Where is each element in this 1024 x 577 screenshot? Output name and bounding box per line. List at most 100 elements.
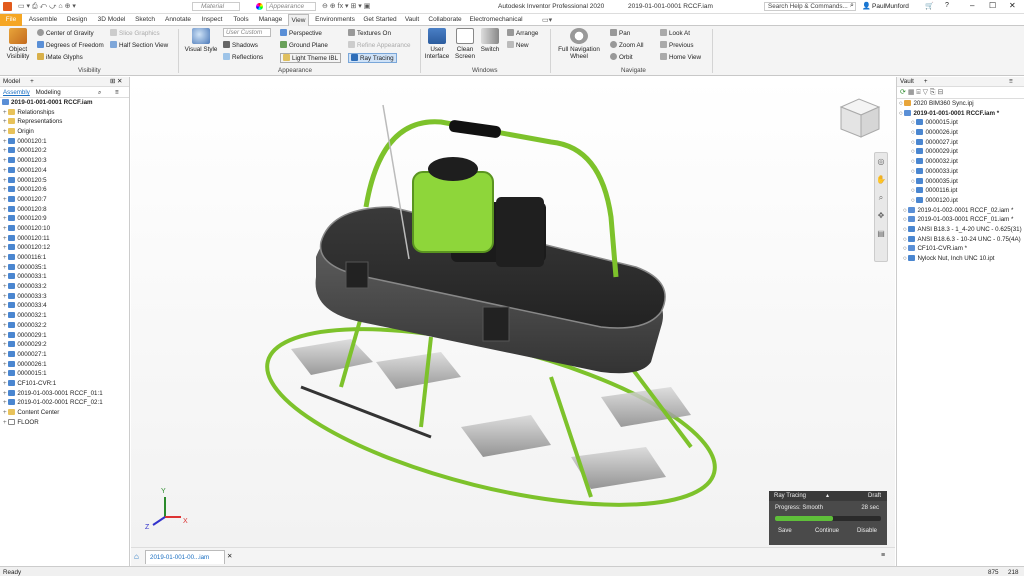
close-tab-icon[interactable]: ✕ — [227, 552, 232, 560]
model-tree-item[interactable]: + 0000120:12 — [0, 243, 129, 253]
tab-manage[interactable]: Manage — [255, 14, 286, 26]
model-tree-item[interactable]: + 0000032:1 — [0, 311, 129, 321]
shadows-button[interactable]: Shadows — [223, 41, 258, 49]
vault-item[interactable]: ○ 0000033.ipt — [899, 167, 1024, 177]
half-section-view-button[interactable]: Half Section View — [110, 41, 168, 49]
refine-appearance-button[interactable]: Refine Appearance — [348, 41, 411, 49]
new-window-button[interactable]: New — [507, 41, 529, 49]
arrange-button[interactable]: Arrange — [507, 29, 538, 37]
model-tree-item[interactable]: + 0000116:1 — [0, 253, 129, 263]
tab-design[interactable]: Design — [63, 14, 91, 26]
quality-mode[interactable]: Draft — [868, 491, 881, 501]
vault-item[interactable]: ○ 0000026.ipt — [899, 128, 1024, 138]
home-tab-icon[interactable]: ⌂ — [134, 552, 139, 561]
browser-menu-icon[interactable]: ≡ — [115, 87, 119, 98]
look-at-icon[interactable]: ▤ — [875, 225, 887, 243]
model-tree-item[interactable]: + 0000033:4 — [0, 301, 129, 311]
vault-item[interactable]: ○ 0000032.ipt — [899, 157, 1024, 167]
search-input[interactable]: Search Help & Commands... — [764, 2, 856, 11]
textures-on-button[interactable]: Textures On — [348, 29, 391, 37]
center-of-gravity-button[interactable]: Center of Gravity — [37, 29, 94, 37]
slice-graphics-button[interactable]: Slice Graphics — [110, 29, 160, 37]
tab-assembly[interactable]: Assembly — [3, 89, 30, 96]
user-avatar-icon[interactable]: 👤 — [862, 2, 871, 10]
model-tree-item[interactable]: + 2019-01-003-0001 RCCF_01:1 — [0, 389, 129, 399]
tab-electromechanical[interactable]: Electromechanical — [467, 14, 525, 26]
vault-item[interactable]: ○ 0000029.ipt — [899, 147, 1024, 157]
save-button[interactable]: Save — [778, 528, 792, 534]
refresh-icon[interactable]: ⟳ — [900, 89, 906, 96]
tab-assemble[interactable]: Assemble — [24, 14, 62, 26]
tab-file[interactable]: File — [0, 14, 22, 26]
vault-item[interactable]: ○ 2019-01-001-0001 RCCF.iam * — [899, 109, 1024, 119]
object-visibility-button[interactable]: Object Visibility — [3, 28, 33, 60]
add-tab-icon[interactable]: + — [924, 78, 928, 85]
app-logo[interactable] — [3, 2, 12, 11]
tab-collaborate[interactable]: Collaborate — [425, 14, 465, 26]
graphics-viewport[interactable]: Y X Z ◎ ✋ ⌕ ✥ ▤ — [131, 77, 895, 547]
tab-environments[interactable]: Environments — [311, 14, 359, 26]
vault-item[interactable]: ○ 2020 BIM360 Sync.ipj — [899, 99, 1024, 109]
filter-icon[interactable]: ▽ — [923, 89, 928, 96]
model-tree-item[interactable]: + 0000033:3 — [0, 292, 129, 302]
vault-item[interactable]: ○ ANSI B18.3 - 1_4-20 UNC - 0.625(31) — [899, 225, 1024, 235]
menu-icon[interactable]: ≡ — [881, 552, 885, 559]
orbit-icon[interactable]: ✥ — [875, 207, 887, 225]
appearance-combo[interactable]: Appearance — [266, 2, 316, 11]
model-tree-item[interactable]: + 0000120:1 — [0, 137, 129, 147]
vault-item[interactable]: ○ 0000116.ipt — [899, 186, 1024, 196]
view-cube[interactable] — [839, 98, 881, 138]
model-tree-item[interactable]: + 0000120:10 — [0, 224, 129, 234]
model-tree-item[interactable]: + 0000026:1 — [0, 360, 129, 370]
model-tree-item[interactable]: + 0000035:1 — [0, 263, 129, 273]
model-tree-item[interactable]: + 0000120:11 — [0, 234, 129, 244]
reflections-button[interactable]: Reflections — [223, 53, 263, 61]
model-tree-item[interactable]: + 0000029:2 — [0, 340, 129, 350]
model-tree-item[interactable]: + 0000120:4 — [0, 166, 129, 176]
model-tree-item[interactable]: + FLOOR — [0, 418, 129, 428]
tab-get-started[interactable]: Get Started — [361, 14, 399, 26]
vault-item[interactable]: ○ CF101-CVR.iam * — [899, 244, 1024, 254]
user-custom-combo[interactable]: User Custom — [223, 28, 271, 37]
model-tree-item[interactable]: + 0000033:1 — [0, 272, 129, 282]
search-browser-icon[interactable]: ⌕ — [98, 87, 101, 98]
zoom-all-button[interactable]: Zoom All — [610, 41, 644, 49]
model-tree-item[interactable]: + 0000027:1 — [0, 350, 129, 360]
model-tree-item[interactable]: + Content Center — [0, 408, 129, 418]
model-tree-item[interactable]: + Origin — [0, 127, 129, 137]
vault-item[interactable]: ○ Nylock Nut, Inch UNC 10.ipt — [899, 254, 1024, 264]
model-tree-item[interactable]: + 0000120:2 — [0, 146, 129, 156]
model-tree-item[interactable]: + 0000032:2 — [0, 321, 129, 331]
vault-item[interactable]: ○ 0000035.ipt — [899, 177, 1024, 187]
quick-access-icons[interactable]: ▭ ▾ ⎙ ⤺ ⤻ ⌂ ⊕ ▾ — [18, 2, 76, 11]
full-navigation-wheel-button[interactable]: Full Navigation Wheel — [553, 28, 605, 60]
steering-wheel-icon[interactable]: ◎ — [875, 153, 887, 171]
model-tree-item[interactable]: + Relationships — [0, 108, 129, 118]
vault-item[interactable]: ○ 0000120.ipt — [899, 196, 1024, 206]
search-icon[interactable]: ⌕ — [850, 2, 854, 10]
vault-toolbar-icon[interactable]: ⎘ — [930, 89, 936, 96]
model-tree-item[interactable]: + 0000120:9 — [0, 214, 129, 224]
model-root[interactable]: 2019-01-001-0001 RCCF.iam — [0, 98, 129, 108]
add-tab-icon[interactable]: + — [30, 78, 34, 85]
previous-view-button[interactable]: Previous — [660, 41, 694, 49]
ribbon-toggle-icon[interactable]: ▭▾ — [542, 16, 552, 24]
close-button[interactable]: ✕ — [1009, 1, 1016, 10]
degrees-of-freedom-button[interactable]: Degrees of Freedom — [37, 41, 104, 49]
cart-icon[interactable]: 🛒 — [925, 2, 934, 10]
model-tree-item[interactable]: + Representations — [0, 117, 129, 127]
panel-menu-icon[interactable]: ⊞ ✕ — [110, 77, 122, 87]
tab-inspect[interactable]: Inspect — [197, 14, 227, 26]
vault-toolbar-icon[interactable]: ▦ — [908, 89, 915, 96]
light-theme-ibl-button[interactable]: Light Theme IBL — [280, 53, 342, 63]
pan-button[interactable]: Pan — [610, 29, 630, 37]
vault-item[interactable]: ○ 0000027.ipt — [899, 138, 1024, 148]
tab-sketch[interactable]: Sketch — [131, 14, 159, 26]
imate-glyphs-button[interactable]: iMate Glyphs — [37, 53, 83, 61]
visual-style-button[interactable]: Visual Style — [183, 28, 219, 53]
quick-access-icons-2[interactable]: ⊖ ⊕ fx ▾ ⊞ ▾ ▣ — [322, 2, 370, 10]
pan-icon[interactable]: ✋ — [875, 171, 887, 189]
user-name[interactable]: PaulMunford — [872, 3, 909, 10]
model-tree-item[interactable]: + 0000015:1 — [0, 369, 129, 379]
tab-3d-model[interactable]: 3D Model — [94, 14, 129, 26]
